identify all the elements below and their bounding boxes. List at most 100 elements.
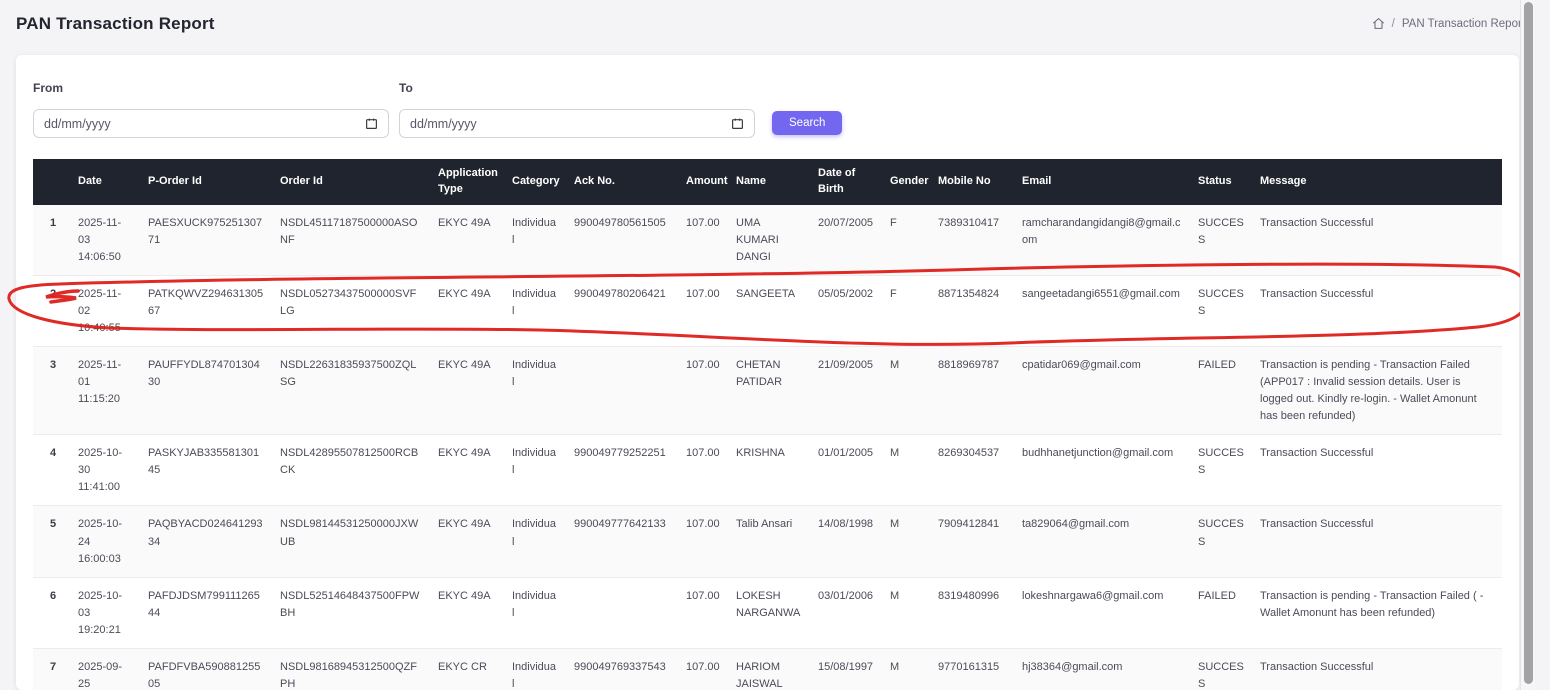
column-header-ack_no: Ack No. (566, 159, 678, 205)
cell-app_type: EKYC 49A (430, 276, 504, 347)
cell-message: Transaction is pending - Transaction Fai… (1252, 347, 1502, 435)
cell-gender: M (882, 648, 930, 690)
cell-dob: 15/08/1997 (810, 648, 882, 690)
vertical-scrollbar[interactable] (1520, 0, 1535, 690)
column-header-category: Category (504, 159, 566, 205)
table-body: 12025-11-03 14:06:50PAESXUCK97525130771N… (33, 205, 1502, 690)
cell-app_type: EKYC CR (430, 648, 504, 690)
cell-mobile: 9770161315 (930, 648, 1014, 690)
cell-category: Individual (504, 276, 566, 347)
transactions-table: DateP-Order IdOrder IdApplication TypeCa… (33, 159, 1502, 690)
cell-name: SANGEETA (728, 276, 810, 347)
cell-name: CHETAN PATIDAR (728, 347, 810, 435)
cell-p_order_id: PAESXUCK97525130771 (140, 205, 272, 276)
cell-email: ta829064@gmail.com (1014, 506, 1190, 577)
top-bar: PAN Transaction Report / PAN Transaction… (0, 0, 1535, 46)
cell-status: FAILED (1190, 577, 1252, 648)
table-row: 12025-11-03 14:06:50PAESXUCK97525130771N… (33, 205, 1502, 276)
cell-message: Transaction Successful (1252, 276, 1502, 347)
calendar-icon[interactable] (365, 117, 378, 130)
scrollbar-thumb[interactable] (1524, 2, 1533, 684)
column-header-mobile: Mobile No (930, 159, 1014, 205)
cell-app_type: EKYC 49A (430, 506, 504, 577)
cell-date: 2025-11-03 14:06:50 (70, 205, 140, 276)
filter-bar: From dd/mm/yyyy To dd/mm/yyyy (33, 81, 1502, 138)
cell-gender: F (882, 205, 930, 276)
table-row: 32025-11-01 11:15:20PAUFFYDL87470130430N… (33, 347, 1502, 435)
cell-name: LOKESH NARGANWA (728, 577, 810, 648)
cell-name: Talib Ansari (728, 506, 810, 577)
table-header: DateP-Order IdOrder IdApplication TypeCa… (33, 159, 1502, 205)
page-title: PAN Transaction Report (16, 14, 215, 34)
cell-p_order_id: PAUFFYDL87470130430 (140, 347, 272, 435)
cell-ack_no: 990049777642133 (566, 506, 678, 577)
home-icon[interactable] (1372, 17, 1385, 30)
column-header-order_id: Order Id (272, 159, 430, 205)
search-button[interactable]: Search (772, 111, 842, 135)
breadcrumb: / PAN Transaction Report (1372, 17, 1525, 30)
to-date-group: To dd/mm/yyyy (399, 81, 755, 138)
cell-ack_no: 990049780206421 (566, 276, 678, 347)
cell-p_order_id: PAQBYACD02464129334 (140, 506, 272, 577)
cell-sr: 2 (33, 276, 70, 347)
cell-gender: M (882, 347, 930, 435)
cell-amount: 107.00 (678, 276, 728, 347)
table-row: 62025-10-03 19:20:21PAFDJDSM79911126544N… (33, 577, 1502, 648)
cell-status: SUCCESS (1190, 506, 1252, 577)
cell-p_order_id: PASKYJAB33558130145 (140, 435, 272, 506)
cell-date: 2025-09-25 14:01:57 (70, 648, 140, 690)
from-date-placeholder: dd/mm/yyyy (44, 117, 111, 131)
cell-sr: 7 (33, 648, 70, 690)
cell-email: lokeshnargawa6@gmail.com (1014, 577, 1190, 648)
table-row: 52025-10-24 16:00:03PAQBYACD02464129334N… (33, 506, 1502, 577)
cell-status: SUCCESS (1190, 435, 1252, 506)
to-date-input[interactable]: dd/mm/yyyy (399, 109, 755, 138)
cell-dob: 05/05/2002 (810, 276, 882, 347)
from-date-input[interactable]: dd/mm/yyyy (33, 109, 389, 138)
cell-mobile: 7909412841 (930, 506, 1014, 577)
cell-dob: 14/08/1998 (810, 506, 882, 577)
cell-sr: 3 (33, 347, 70, 435)
cell-app_type: EKYC 49A (430, 435, 504, 506)
cell-gender: M (882, 577, 930, 648)
cell-status: SUCCESS (1190, 205, 1252, 276)
cell-amount: 107.00 (678, 347, 728, 435)
cell-ack_no: 990049779252251 (566, 435, 678, 506)
cell-email: cpatidar069@gmail.com (1014, 347, 1190, 435)
cell-name: UMA KUMARI DANGI (728, 205, 810, 276)
column-header-app_type: Application Type (430, 159, 504, 205)
cell-email: budhhanetjunction@gmail.com (1014, 435, 1190, 506)
cell-date: 2025-10-30 11:41:00 (70, 435, 140, 506)
cell-app_type: EKYC 49A (430, 577, 504, 648)
breadcrumb-separator: / (1392, 18, 1395, 30)
column-header-row-number (33, 159, 70, 205)
column-header-name: Name (728, 159, 810, 205)
cell-order_id: NSDL45117187500000ASONF (272, 205, 430, 276)
cell-status: FAILED (1190, 347, 1252, 435)
page-container: PAN Transaction Report / PAN Transaction… (0, 0, 1535, 690)
cell-dob: 01/01/2005 (810, 435, 882, 506)
cell-message: Transaction is pending - Transaction Fai… (1252, 577, 1502, 648)
cell-email: sangeetadangi6551@gmail.com (1014, 276, 1190, 347)
cell-email: ramcharandangidangi8@gmail.com (1014, 205, 1190, 276)
breadcrumb-current: PAN Transaction Report (1402, 18, 1525, 30)
cell-dob: 21/09/2005 (810, 347, 882, 435)
cell-category: Individual (504, 506, 566, 577)
cell-dob: 03/01/2006 (810, 577, 882, 648)
cell-amount: 107.00 (678, 577, 728, 648)
from-date-group: From dd/mm/yyyy (33, 81, 389, 138)
column-header-email: Email (1014, 159, 1190, 205)
cell-mobile: 8269304537 (930, 435, 1014, 506)
cell-dob: 20/07/2005 (810, 205, 882, 276)
cell-amount: 107.00 (678, 205, 728, 276)
cell-sr: 1 (33, 205, 70, 276)
calendar-icon[interactable] (731, 117, 744, 130)
table-wrapper: DateP-Order IdOrder IdApplication TypeCa… (33, 159, 1502, 690)
cell-order_id: NSDL42895507812500RCBCK (272, 435, 430, 506)
cell-message: Transaction Successful (1252, 435, 1502, 506)
cell-message: Transaction Successful (1252, 205, 1502, 276)
cell-order_id: NSDL05273437500000SVFLG (272, 276, 430, 347)
column-header-gender: Gender (882, 159, 930, 205)
cell-gender: F (882, 276, 930, 347)
cell-order_id: NSDL98144531250000JXWUB (272, 506, 430, 577)
